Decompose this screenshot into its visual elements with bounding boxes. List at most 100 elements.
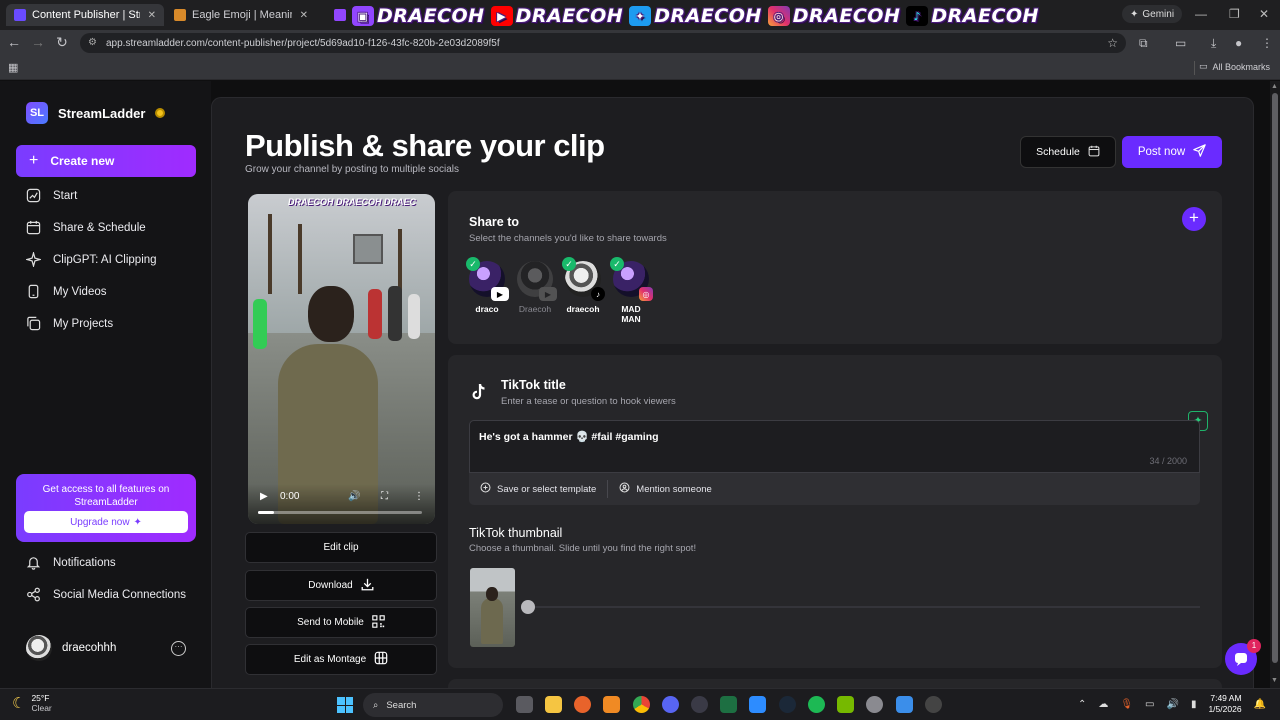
restore-icon[interactable]: ❐ [1229, 7, 1240, 21]
video-progress-bar[interactable] [258, 511, 422, 514]
sidebar-item-share-schedule[interactable]: Share & Schedule [26, 220, 146, 235]
cast-icon[interactable]: ▭ [1175, 36, 1186, 50]
sidebar-item-label: Start [53, 189, 78, 202]
video-frame-tree [398, 229, 402, 294]
app-icon[interactable] [925, 696, 942, 713]
gemini-label: Gemini [1142, 8, 1175, 20]
create-new-button[interactable]: + Create new [16, 145, 196, 177]
mention-button[interactable]: Mention someone [608, 482, 723, 496]
forward-icon[interactable]: → [29, 34, 47, 50]
close-window-icon[interactable]: ✕ [1259, 7, 1269, 21]
fullscreen-icon[interactable]: ⛶ [381, 491, 388, 502]
close-tab-icon[interactable]: ✕ [148, 10, 156, 21]
task-view-icon[interactable] [516, 696, 533, 713]
chevron-up-icon[interactable]: ⌃ [1078, 699, 1086, 710]
video-frame-tree [298, 224, 302, 294]
tiktok-title-input[interactable]: He's got a hammer 💀 #fail #gaming 34 / 2… [469, 420, 1200, 473]
steam-icon[interactable] [779, 696, 796, 713]
overlay-twitter: ✦ DRAECOH [629, 5, 762, 27]
add-channel-button[interactable]: + [1182, 207, 1206, 231]
scroll-up-icon[interactable]: ▲ [1271, 83, 1278, 90]
user-profile[interactable]: draecohhh ··· [26, 635, 186, 661]
post-now-button[interactable]: Post now [1122, 136, 1222, 168]
channel-draecoh-youtube[interactable]: ▶ Draecoh [515, 261, 557, 314]
chrome-icon[interactable] [633, 696, 650, 713]
spotify-icon[interactable] [808, 696, 825, 713]
network-icon[interactable]: ▭ [1145, 699, 1154, 710]
file-explorer-icon[interactable] [545, 696, 562, 713]
sidebar-item-label: Share & Schedule [53, 221, 146, 234]
calendar-icon [1088, 145, 1100, 160]
menu-icon[interactable]: ⋮ [1261, 36, 1273, 50]
discord-icon[interactable] [662, 696, 679, 713]
extensions-icon[interactable]: ⧉ [1139, 36, 1148, 51]
back-icon[interactable]: ← [5, 34, 23, 50]
url-bar[interactable]: ⚙ app.streamladder.com/content-publisher… [80, 33, 1126, 53]
download-icon[interactable]: ⤓ [1211, 36, 1216, 51]
thumbnail-slider-handle[interactable] [521, 600, 535, 614]
windows-start-icon[interactable] [337, 697, 353, 713]
clock[interactable]: 7:49 AM 1/5/2026 [1208, 693, 1241, 715]
excel-icon[interactable] [720, 696, 737, 713]
plus-circle-icon [480, 482, 491, 496]
cloud-icon[interactable]: ☁ [1098, 699, 1108, 710]
profile-avatar-icon[interactable]: ● [1235, 36, 1242, 50]
nvidia-icon[interactable] [837, 696, 854, 713]
upgrade-now-button[interactable]: Upgrade now ✦ [24, 511, 188, 533]
all-bookmarks[interactable]: ▭ All Bookmarks [1199, 61, 1270, 72]
video-menu-icon[interactable]: ⋮ [414, 491, 424, 502]
bookmark-star-icon[interactable]: ☆ [1107, 36, 1118, 50]
taskbar-search[interactable]: ⌕ Search [363, 693, 503, 717]
overlay-tiktok: ♪ DRAECOH [906, 5, 1039, 27]
reload-icon[interactable]: ↻ [53, 34, 71, 51]
page-scrollbar[interactable]: ▲ ▼ [1270, 81, 1280, 688]
volume-icon[interactable]: 🔊 [1166, 699, 1178, 710]
tiktok-icon: ♪ [591, 287, 605, 301]
photos-icon[interactable] [749, 696, 766, 713]
sidebar-item-my-videos[interactable]: My Videos [26, 284, 106, 299]
volume-icon[interactable]: 🔊 [348, 491, 360, 502]
battery-icon[interactable]: ▮ [1191, 699, 1197, 710]
app-icon[interactable] [896, 696, 913, 713]
scroll-down-icon[interactable]: ▼ [1271, 677, 1278, 684]
more-options-icon[interactable]: ··· [171, 641, 186, 656]
site-info-icon[interactable]: ⚙ [88, 37, 97, 48]
notification-bell-icon[interactable]: 🔔 [1254, 699, 1266, 710]
close-tab-icon[interactable]: ✕ [300, 10, 308, 21]
settings-icon[interactable] [866, 696, 883, 713]
gemini-button[interactable]: ✦ Gemini [1122, 5, 1183, 23]
video-frame-person [253, 299, 267, 349]
play-icon[interactable]: ▶ [260, 491, 268, 502]
minimize-icon[interactable]: — [1195, 7, 1207, 21]
save-template-button[interactable]: Save or select template [469, 482, 607, 496]
microphone-icon[interactable]: 🎙 [1120, 699, 1133, 710]
weather-widget[interactable]: ☾ 25°F Clear [12, 693, 52, 713]
send-to-mobile-button[interactable]: Send to Mobile [245, 607, 437, 638]
thumbnail-slider-track[interactable] [523, 606, 1200, 608]
brave-browser-icon[interactable] [574, 696, 591, 713]
edit-as-montage-button[interactable]: Edit as Montage [245, 644, 437, 675]
sidebar-item-my-projects[interactable]: My Projects [26, 316, 113, 331]
download-button[interactable]: Download [245, 570, 437, 601]
sidebar-item-start[interactable]: Start [26, 188, 77, 203]
schedule-button[interactable]: Schedule [1020, 136, 1116, 168]
brand[interactable]: SL StreamLadder [26, 102, 166, 124]
tab-eagle-emoji[interactable]: Eagle Emoji | Meaning, Cop ✕ [166, 4, 316, 26]
page-title: Publish & share your clip [245, 128, 605, 163]
channel-draco-youtube[interactable]: ✓ ▶ draco [466, 257, 509, 314]
channel-draecoh-tiktok[interactable]: ✓ ♪ draecoh [562, 257, 605, 314]
app-icon[interactable] [603, 696, 620, 713]
app-icon[interactable] [691, 696, 708, 713]
send-to-mobile-label: Send to Mobile [297, 617, 364, 628]
channel-avatar: ✓ ♪ [562, 257, 605, 301]
sidebar-item-social-connections[interactable]: Social Media Connections [26, 587, 186, 602]
sidebar-item-notifications[interactable]: Notifications [26, 555, 116, 570]
edit-clip-button[interactable]: Edit clip [245, 532, 437, 563]
tab-content-publisher[interactable]: Content Publisher | StreamLadder ✕ [6, 4, 164, 26]
apps-grid-icon[interactable]: ▦ [8, 61, 18, 74]
channel-madman-instagram[interactable]: ✓ ◎ MAD MAN [610, 257, 653, 324]
scrollbar-thumb[interactable] [1272, 93, 1278, 663]
sidebar-item-clipgpt[interactable]: ClipGPT: AI Clipping [26, 252, 157, 267]
browser-tab-bar: Content Publisher | StreamLadder ✕ Eagle… [0, 0, 1280, 30]
video-player[interactable]: DRAECOH DRAECOH DRAEC ▶ 0:00 🔊 ⛶ ⋮ [248, 194, 435, 524]
